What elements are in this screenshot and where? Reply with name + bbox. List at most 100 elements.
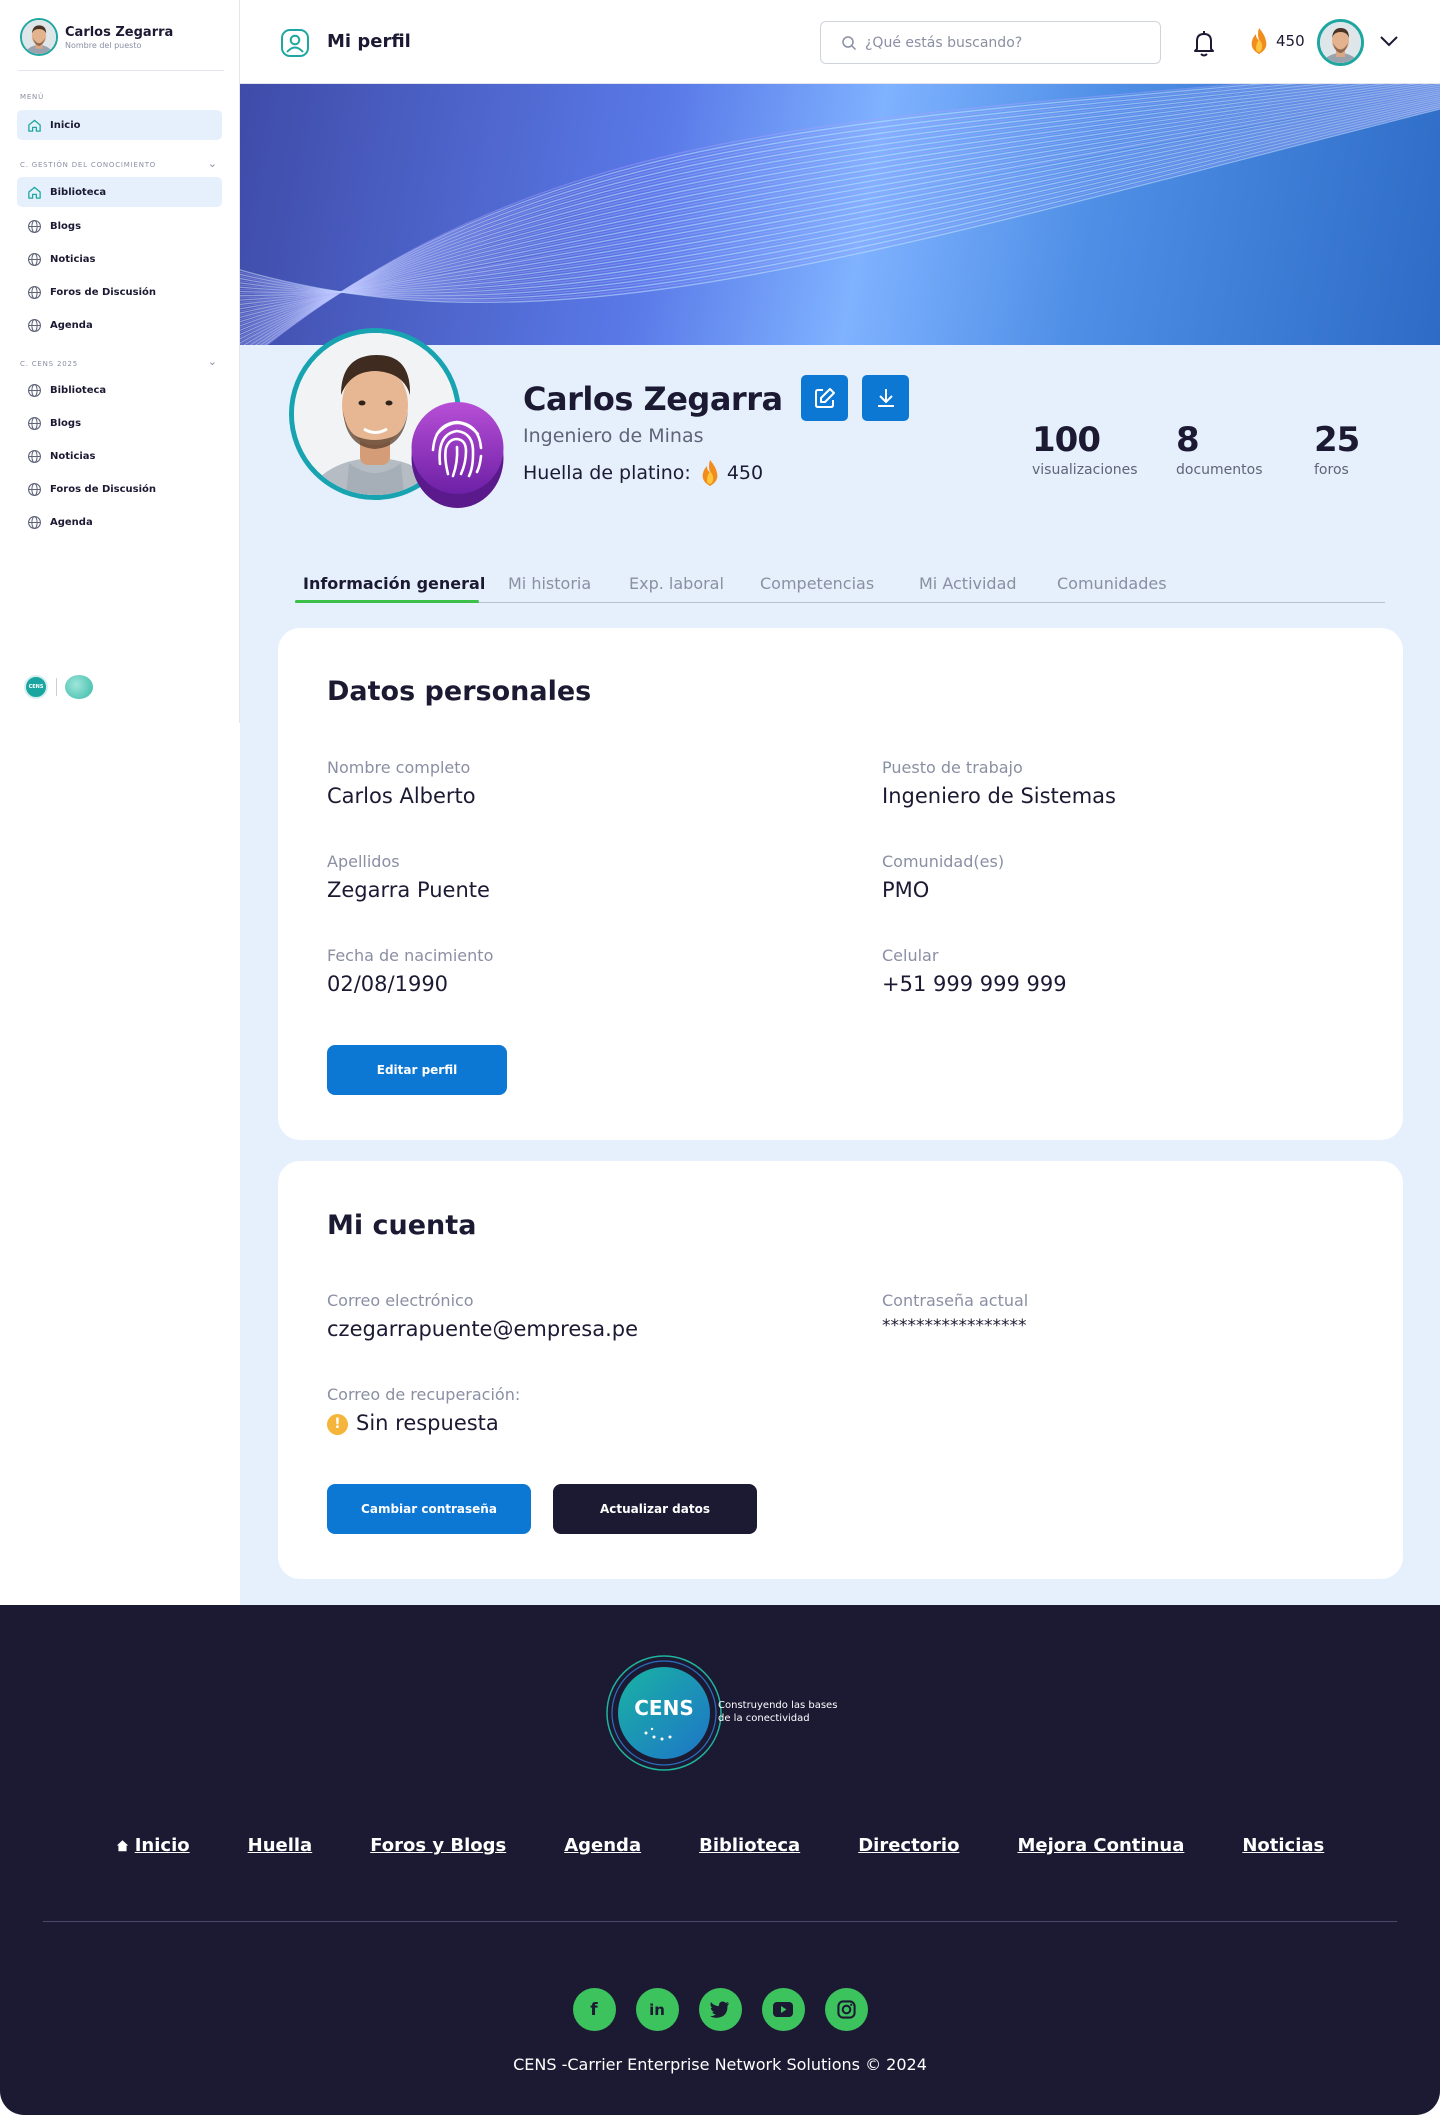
recovery-value: Sin respuesta <box>356 1411 499 1435</box>
footer-link-mejora-continua[interactable]: Mejora Continua <box>1017 1835 1184 1856</box>
stat-label: documentos <box>1176 462 1263 478</box>
footer-nav: Inicio Huella Foros y Blogs Agenda Bibli… <box>0 1835 1440 1856</box>
sidebar-section-gestion: C. GESTIÓN DEL CONOCIMIENTO <box>20 161 157 169</box>
sidebar-item-agenda[interactable]: Agenda <box>17 310 222 340</box>
personal-data-card: Datos personales Nombre completo Carlos … <box>278 628 1403 1140</box>
globe-icon <box>28 318 41 332</box>
sidebar: Carlos Zegarra Nombre del puesto MENÚ In… <box>0 0 240 723</box>
tab-exp-laboral[interactable]: Exp. laboral <box>629 574 724 593</box>
footer-link-foros-blogs[interactable]: Foros y Blogs <box>370 1835 506 1856</box>
download-button[interactable] <box>862 375 909 421</box>
flame-icon <box>1251 28 1267 54</box>
sidebar-item-noticias[interactable]: Noticias <box>17 244 222 274</box>
field-label: Correo electrónico <box>327 1291 474 1310</box>
search-box[interactable] <box>820 21 1161 64</box>
chevron-down-icon[interactable]: ⌄ <box>208 157 217 170</box>
sidebar-logos: CENS <box>24 675 93 699</box>
instagram-icon[interactable] <box>824 1988 868 2031</box>
globe-icon <box>28 416 41 430</box>
sidebar-section-cens: C. CENS 2025 <box>20 360 78 368</box>
divider <box>56 678 57 696</box>
field-label: Contraseña actual <box>882 1291 1029 1310</box>
tab-competencias[interactable]: Competencias <box>760 574 874 593</box>
field-value: Zegarra Puente <box>327 878 490 902</box>
wave-pattern-image <box>240 84 1440 345</box>
change-password-button[interactable]: Cambiar contraseña <box>327 1484 531 1534</box>
footer-link-agenda[interactable]: Agenda <box>564 1835 641 1856</box>
globe-icon <box>28 449 41 463</box>
sidebar-item-label: Blogs <box>50 220 82 232</box>
sidebar-item-blogs-2[interactable]: Blogs <box>17 408 222 438</box>
update-data-button[interactable]: Actualizar datos <box>553 1484 757 1534</box>
sidebar-item-foros-2[interactable]: Foros de Discusión <box>17 474 222 504</box>
sidebar-item-agenda-2[interactable]: Agenda <box>17 507 222 537</box>
password-value: ***************** <box>882 1316 1027 1336</box>
field-value: Carlos Alberto <box>327 784 476 808</box>
youtube-icon[interactable] <box>761 1988 805 2031</box>
edit-profile-icon-button[interactable] <box>801 375 848 421</box>
footer-tagline: Construyendo las bases de la conectivida… <box>718 1699 837 1725</box>
stat-label: foros <box>1314 462 1349 478</box>
sidebar-item-label: Noticias <box>50 450 96 462</box>
footer-link-directorio[interactable]: Directorio <box>858 1835 959 1856</box>
field-label: Comunidad(es) <box>882 852 1005 871</box>
field-value: PMO <box>882 878 930 902</box>
field-label: Puesto de trabajo <box>882 758 1023 777</box>
field-label: Nombre completo <box>327 758 471 777</box>
edit-profile-button[interactable]: Editar perfil <box>327 1045 507 1095</box>
sidebar-item-inicio[interactable]: Inicio <box>17 110 222 140</box>
tab-informacion-general[interactable]: Información general <box>303 574 485 593</box>
profile-role: Ingeniero de Minas <box>523 425 704 447</box>
profile-banner <box>240 84 1440 345</box>
linkedin-icon[interactable]: in <box>635 1988 679 2031</box>
download-icon <box>877 389 894 407</box>
field-value: +51 999 999 999 <box>882 972 1067 996</box>
stat-documentos: 8 documentos <box>1176 423 1263 478</box>
sidebar-item-blogs[interactable]: Blogs <box>17 211 222 241</box>
sidebar-item-noticias-2[interactable]: Noticias <box>17 441 222 471</box>
cens-logo: CENS <box>24 675 48 699</box>
user-profile-icon <box>281 29 309 57</box>
sidebar-item-biblioteca-2[interactable]: Biblioteca <box>17 375 222 405</box>
flame-icon <box>702 460 718 486</box>
sidebar-user-role: Nombre del puesto <box>65 40 142 50</box>
chevron-down-icon[interactable] <box>1378 30 1400 52</box>
edit-icon <box>814 388 835 408</box>
sidebar-item-biblioteca[interactable]: Biblioteca <box>17 177 222 207</box>
footer-link-inicio[interactable]: Inicio <box>116 1835 190 1856</box>
search-input[interactable] <box>865 34 1135 51</box>
bell-icon[interactable] <box>1190 28 1218 58</box>
field-label: Fecha de nacimiento <box>327 946 494 965</box>
facebook-icon[interactable]: f <box>572 1988 616 2031</box>
sidebar-item-label: Foros de Discusión <box>50 483 157 495</box>
field-label: Celular <box>882 946 939 965</box>
huella-points: 450 <box>726 462 764 484</box>
sidebar-item-label: Agenda <box>50 319 93 331</box>
sidebar-item-label: Biblioteca <box>50 384 107 396</box>
sidebar-item-label: Foros de Discusión <box>50 286 157 298</box>
page-title: Mi perfil <box>327 31 411 52</box>
sidebar-item-foros[interactable]: Foros de Discusión <box>17 277 222 307</box>
avatar[interactable] <box>1317 19 1364 66</box>
points-indicator[interactable]: 450 <box>1248 27 1305 55</box>
twitter-icon[interactable] <box>698 1988 742 2031</box>
globe-icon <box>28 482 41 496</box>
card-title: Datos personales <box>327 676 592 707</box>
tagline-line: de la conectividad <box>718 1713 810 1724</box>
tab-mi-historia[interactable]: Mi historia <box>508 574 591 593</box>
footer-link-huella[interactable]: Huella <box>248 1835 313 1856</box>
profile-name: Carlos Zegarra <box>523 380 783 418</box>
footer-link-noticias[interactable]: Noticias <box>1242 1835 1324 1856</box>
tab-mi-actividad[interactable]: Mi Actividad <box>919 574 1017 593</box>
footer-link-biblioteca[interactable]: Biblioteca <box>699 1835 800 1856</box>
chevron-down-icon[interactable]: ⌄ <box>208 355 217 368</box>
sidebar-item-label: Inicio <box>50 119 81 131</box>
tagline-line: Construyendo las bases <box>718 1700 838 1711</box>
tab-comunidades[interactable]: Comunidades <box>1057 574 1167 593</box>
fingerprint-badge-icon <box>411 402 504 508</box>
stat-label: visualizaciones <box>1032 462 1138 478</box>
stat-value: 100 <box>1032 420 1101 460</box>
home-icon <box>116 1840 128 1852</box>
footer-link-label: Inicio <box>134 1835 190 1856</box>
sidebar-user[interactable]: Carlos Zegarra Nombre del puesto <box>20 18 173 56</box>
